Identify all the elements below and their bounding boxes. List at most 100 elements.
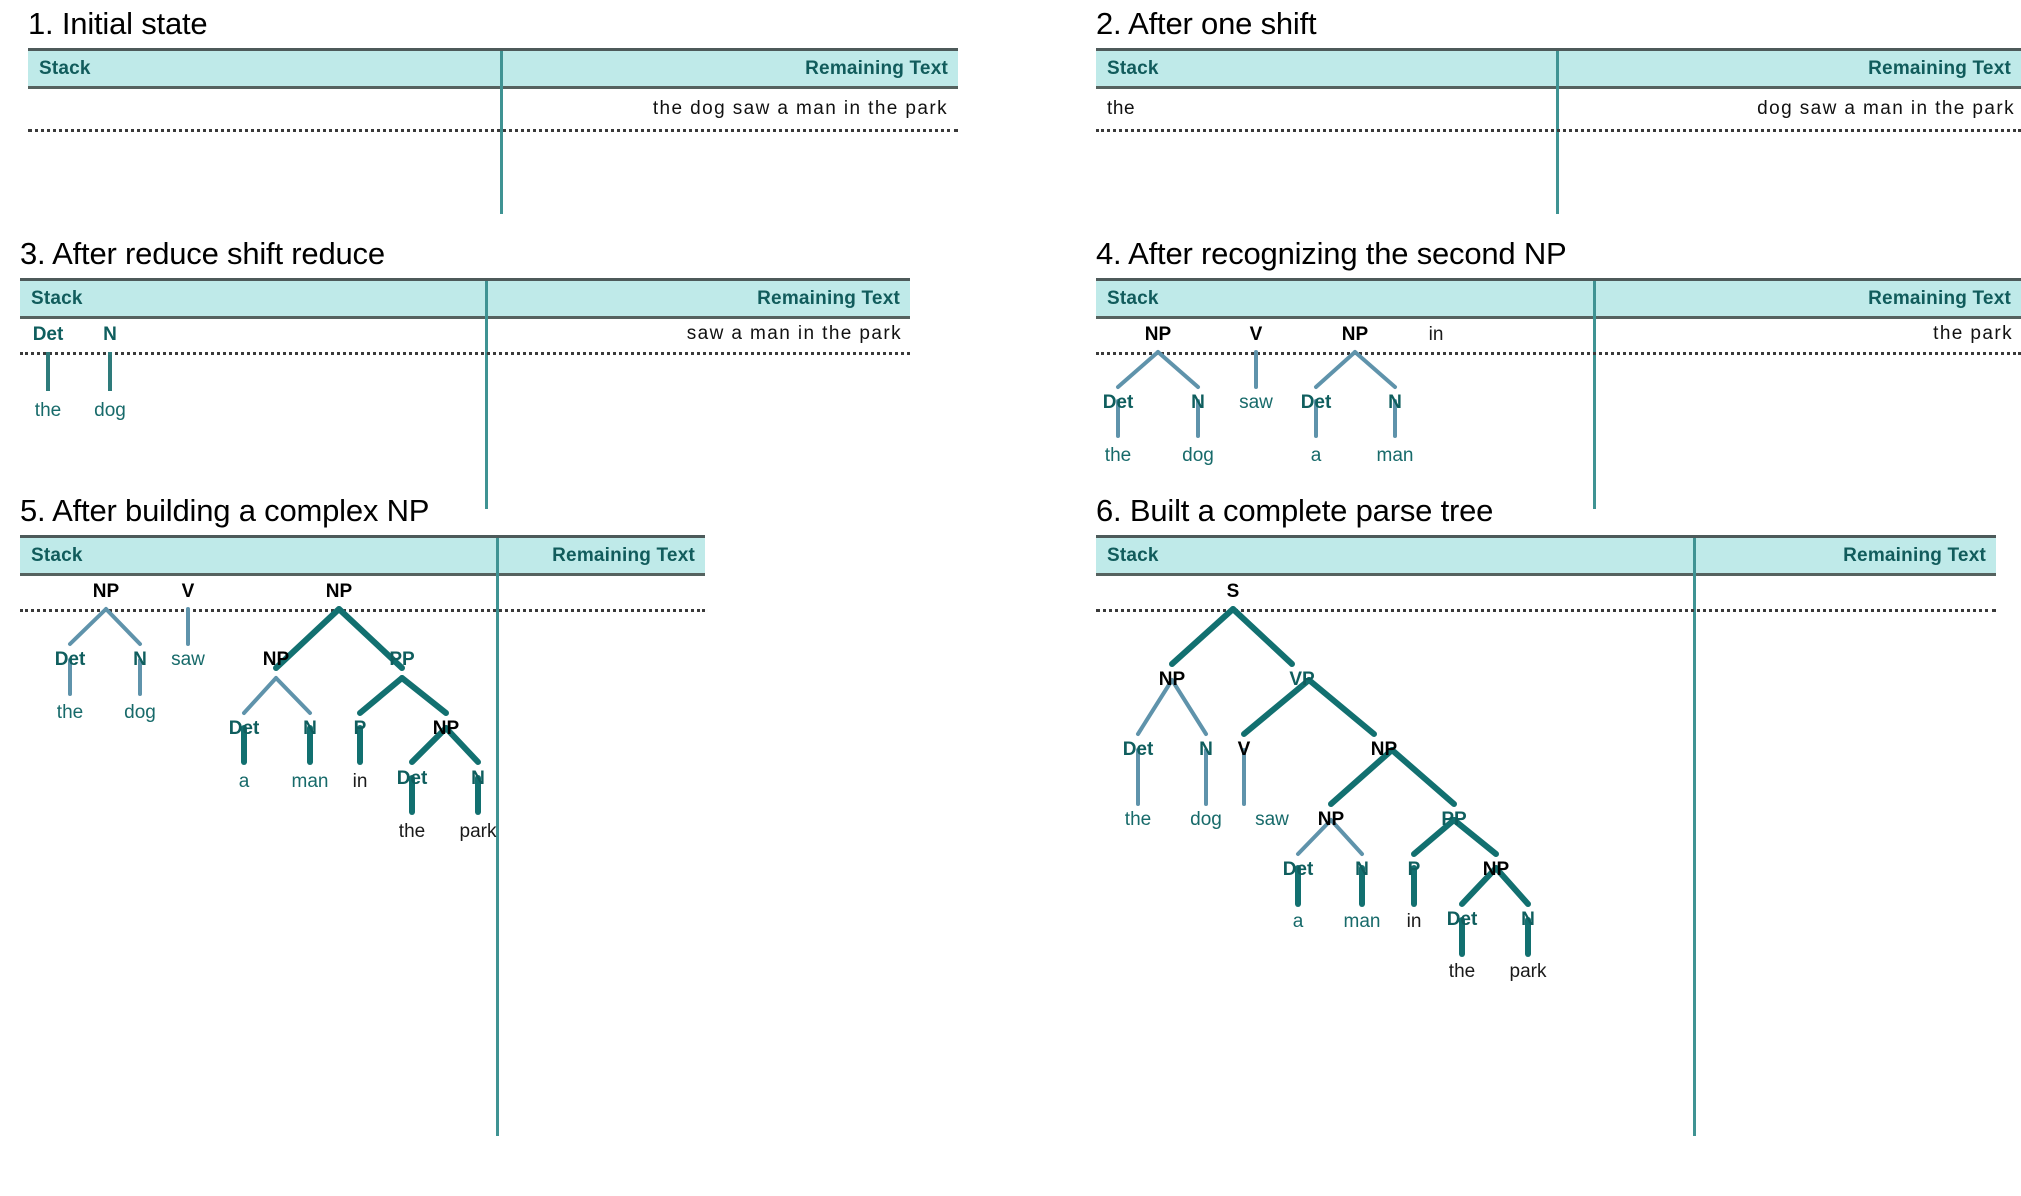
column-header-remaining-text: Remaining Text — [805, 58, 948, 79]
tree-leaf-dog: dog — [1190, 809, 1222, 830]
stack-boundary-line — [1096, 129, 2021, 132]
tree-node-det-3: Det — [396, 768, 428, 789]
column-divider — [1593, 281, 1596, 509]
column-header-stack: Stack — [31, 545, 83, 566]
tree-node-np-subject: NP — [1158, 669, 1186, 690]
column-header-stack: Stack — [31, 288, 83, 309]
stack-table: Stack Remaining Text the dog saw a man i… — [28, 48, 958, 214]
tree-node-v: V — [1249, 324, 1263, 345]
table-header-row: Stack Remaining Text — [1096, 535, 1996, 576]
tree-leaf-the-1: the — [1104, 445, 1132, 466]
tree-node-n-3: N — [471, 768, 485, 789]
panel-initial-state: 1. Initial state Stack Remaining Text th… — [28, 8, 958, 214]
tree-leaf-park: park — [459, 821, 497, 842]
branch-np1-n — [104, 607, 142, 646]
branch-npin-n — [274, 676, 312, 715]
tree-node-v: V — [181, 581, 195, 602]
tree-leaf-the-1: the — [56, 702, 84, 723]
column-header-stack: Stack — [39, 58, 91, 79]
branch-s-np — [1169, 606, 1236, 667]
tree-node-n-2: N — [1355, 859, 1369, 880]
tree-node-n-2: N — [303, 718, 317, 739]
stack-table: Stack Remaining Text the park NP V NP in… — [1096, 278, 2021, 509]
tree-node-det: Det — [32, 324, 64, 345]
tree-node-n-1: N — [133, 649, 147, 670]
branch-npin-det — [242, 676, 278, 715]
tree-node-p: P — [1407, 859, 1421, 880]
tree-node-det-1: Det — [54, 649, 86, 670]
panel-after-one-shift: 2. After one shift Stack Remaining Text … — [1096, 8, 2021, 214]
parse-tree-fragment — [46, 352, 112, 391]
table-body: the park NP V NP in Det N saw Det N the … — [1096, 281, 2021, 509]
branch-np1-n — [1156, 350, 1200, 389]
tree-node-n-2: N — [1388, 392, 1402, 413]
tree-leaf-the: the — [34, 400, 62, 421]
panel-title: 5. After building a complex NP — [20, 493, 430, 528]
tree-node-p: P — [353, 718, 367, 739]
tree-leaf-a: a — [1292, 911, 1304, 932]
tree-node-pp: PP — [389, 649, 415, 670]
table-body: NP V NP Det N saw NP PP the dog Det N P … — [20, 538, 705, 1136]
tree-node-np-object: NP — [1370, 739, 1398, 760]
column-header-remaining-text: Remaining Text — [1843, 545, 1986, 566]
column-header-remaining-text: Remaining Text — [1868, 288, 2011, 309]
table-header-row: Stack Remaining Text — [1096, 278, 2021, 319]
remaining-text-cell: dog saw a man in the park — [1757, 98, 2015, 119]
tree-node-np-1: NP — [92, 581, 120, 602]
branch-vp-np — [1306, 677, 1377, 737]
tree-leaf-the-2: the — [398, 821, 426, 842]
tree-node-np-top: NP — [325, 581, 353, 602]
tree-node-det-1: Det — [1122, 739, 1154, 760]
stack-table: Stack Remaining Text — [20, 535, 705, 1136]
tree-node-np-inner: NP — [262, 649, 290, 670]
tree-node-det-2: Det — [1300, 392, 1332, 413]
tree-node-n: N — [103, 324, 117, 345]
column-divider — [485, 281, 488, 509]
table-body: S NP VP Det N V NP the dog saw NP PP Det… — [1096, 538, 1996, 1136]
column-divider — [1556, 51, 1559, 214]
parse-tree-complex-np — [68, 606, 481, 815]
panel-title: 4. After recognizing the second NP — [1096, 236, 1567, 271]
tree-node-det-2: Det — [228, 718, 260, 739]
column-header-remaining-text: Remaining Text — [757, 288, 900, 309]
tree-node-det-3: Det — [1446, 909, 1478, 930]
tree-leaf-a: a — [1310, 445, 1322, 466]
stack-cell-text: the — [1107, 98, 1136, 119]
tree-leaf-in: in — [1406, 911, 1422, 932]
table-header-row: Stack Remaining Text — [28, 48, 958, 89]
panel-title: 1. Initial state — [28, 6, 208, 41]
panel-after-reduce-shift-reduce: 3. After reduce shift reduce Stack Remai… — [20, 238, 910, 509]
panel-after-second-np: 4. After recognizing the second NP Stack… — [1096, 238, 2021, 509]
tree-leaf-saw: saw — [1239, 392, 1273, 413]
branch-np-pp — [1389, 747, 1457, 807]
remaining-text-cell: the park — [1933, 323, 2013, 344]
panel-title: 2. After one shift — [1096, 6, 1317, 41]
branch-s-vp — [1230, 606, 1295, 667]
parse-tree-full — [1136, 606, 1531, 957]
tree-leaf-dog: dog — [1182, 445, 1214, 466]
branch-np1-det — [1116, 350, 1160, 389]
stack-boundary-line — [28, 129, 958, 132]
column-header-stack: Stack — [1107, 545, 1159, 566]
tree-node-v: V — [1237, 739, 1251, 760]
branch-pp-p — [357, 675, 405, 716]
table-header-row: Stack Remaining Text — [20, 535, 705, 576]
column-header-remaining-text: Remaining Text — [1868, 58, 2011, 79]
tree-leaf-in: in — [1428, 324, 1444, 345]
tree-leaf-saw: saw — [1255, 809, 1289, 830]
panel-title: 3. After reduce shift reduce — [20, 236, 385, 271]
tree-leaf-a: a — [238, 771, 250, 792]
table-body: saw a man in the park Det N the dog — [20, 281, 910, 509]
tree-node-n-3: N — [1521, 909, 1535, 930]
table-header-row: Stack Remaining Text — [20, 278, 910, 319]
tree-node-np-1: NP — [1144, 324, 1172, 345]
stack-table: Stack Remaining Text saw a man in the pa… — [20, 278, 910, 509]
panel-title: 6. Built a complete parse tree — [1096, 493, 1494, 528]
tree-leaf-saw: saw — [171, 649, 205, 670]
panel-complete-parse-tree: 6. Built a complete parse tree Stack Rem… — [1096, 495, 1996, 1136]
tree-leaf-dog: dog — [124, 702, 156, 723]
panel-complex-np: 5. After building a complex NP Stack Rem… — [20, 495, 705, 1136]
tree-node-np-2: NP — [1341, 324, 1369, 345]
branch-np1-det — [68, 607, 108, 646]
column-header-stack: Stack — [1107, 58, 1159, 79]
